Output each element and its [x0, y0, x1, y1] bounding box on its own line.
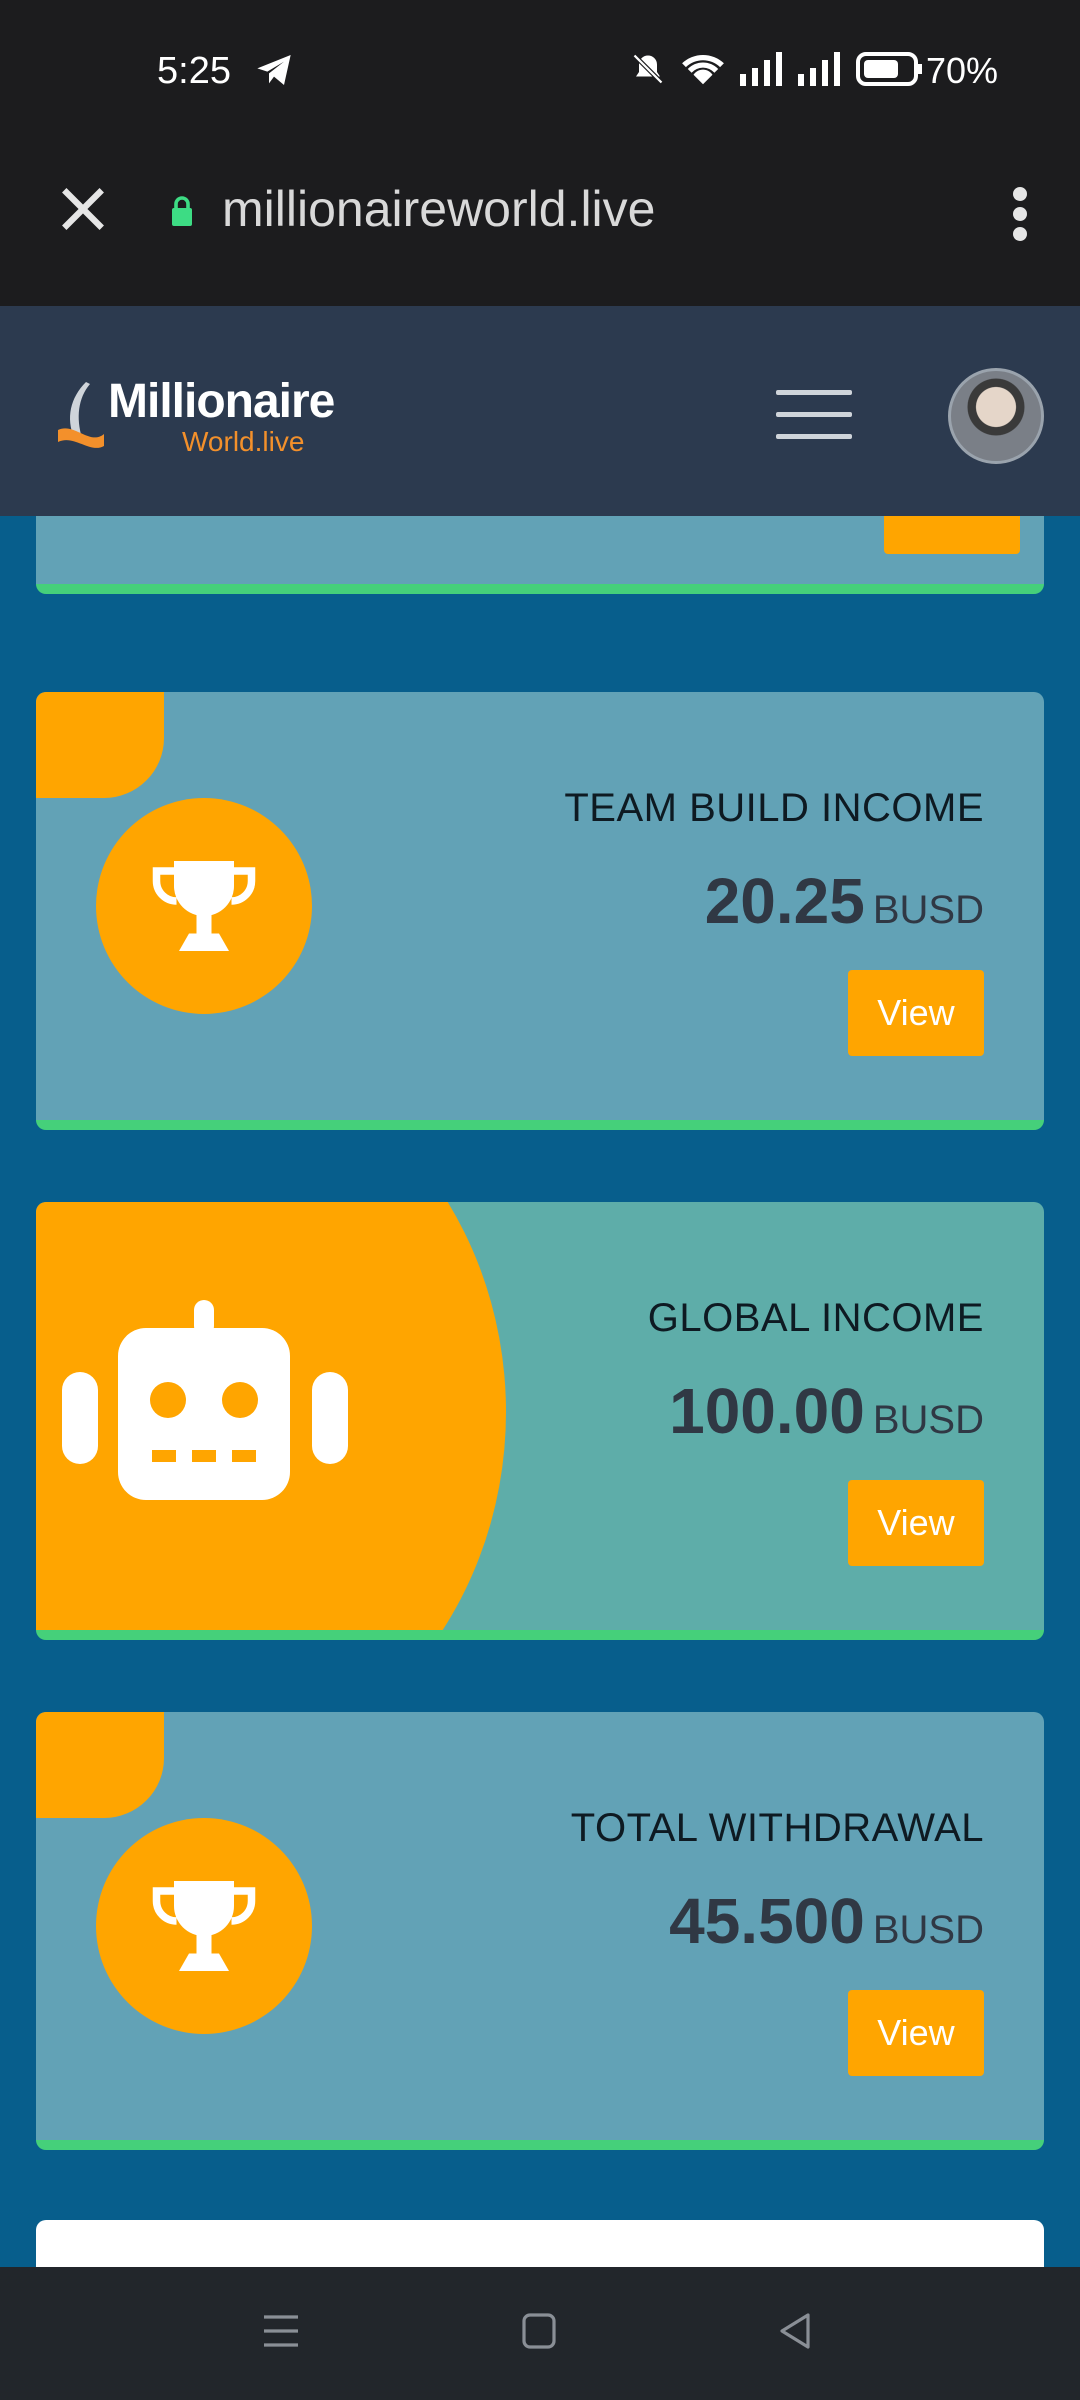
card-amount: 45.500 BUSD — [669, 1884, 984, 1958]
amount-value: 45.500 — [669, 1885, 865, 1957]
card-corner-decoration — [36, 692, 164, 798]
card-title: GLOBAL INCOME — [647, 1296, 984, 1340]
back-icon[interactable] — [776, 2311, 814, 2351]
next-card-partial — [36, 2220, 1044, 2267]
view-button[interactable]: View — [848, 1480, 984, 1566]
system-nav-bar — [0, 2267, 1080, 2400]
signal-icon-2 — [798, 52, 840, 86]
amount-value: 100.00 — [669, 1375, 865, 1447]
card-amount: 20.25 BUSD — [705, 864, 984, 938]
close-icon[interactable] — [58, 184, 108, 234]
icon-circle — [96, 798, 312, 1014]
status-time: 5:25 — [157, 50, 231, 92]
logo-mark-icon — [58, 382, 104, 448]
trophy-icon — [152, 861, 256, 951]
site-logo[interactable]: Millionaire World.live — [58, 375, 335, 457]
icon-circle — [96, 1818, 312, 2034]
logo-text: Millionaire — [108, 375, 335, 428]
more-options-icon[interactable] — [1010, 186, 1030, 242]
wifi-icon — [682, 54, 724, 85]
lock-icon — [172, 196, 192, 226]
income-card-total-withdrawal: TOTAL WITHDRAWAL 45.500 BUSD View — [36, 1712, 1044, 2150]
home-icon[interactable] — [520, 2311, 558, 2351]
robot-icon — [62, 1300, 348, 1500]
avatar[interactable] — [948, 368, 1044, 464]
amount-currency: BUSD — [872, 1908, 984, 1952]
card-title: TEAM BUILD INCOME — [564, 786, 984, 830]
menu-icon[interactable] — [776, 390, 852, 440]
amount-value: 20.25 — [704, 865, 865, 937]
status-icons — [630, 50, 924, 88]
card-amount: 100.00 BUSD — [669, 1374, 984, 1448]
income-card-global: GLOBAL INCOME 100.00 BUSD View — [36, 1202, 1044, 1640]
partial-card — [36, 516, 1044, 594]
battery-icon — [856, 52, 922, 86]
card-title: TOTAL WITHDRAWAL — [570, 1806, 984, 1850]
browser-toolbar: millionaireworld.live — [0, 140, 1080, 306]
signal-icon — [740, 52, 782, 86]
card-corner-decoration — [36, 1712, 164, 1818]
url-field[interactable]: millionaireworld.live — [222, 180, 655, 238]
trophy-icon — [152, 1881, 256, 1971]
view-button-partial[interactable] — [884, 516, 1020, 554]
status-bar: 5:25 70% — [0, 0, 1080, 140]
telegram-icon — [257, 55, 291, 85]
view-button[interactable]: View — [848, 1990, 984, 2076]
logo-subtext: World.live — [182, 426, 305, 457]
income-card-team-build: TEAM BUILD INCOME 20.25 BUSD View — [36, 692, 1044, 1130]
battery-level: 70% — [925, 50, 998, 91]
view-button[interactable]: View — [848, 970, 984, 1056]
site-header: Millionaire World.live — [0, 306, 1080, 516]
dashboard-content: TEAM BUILD INCOME 20.25 BUSD View GLOBAL … — [0, 516, 1080, 2267]
amount-currency: BUSD — [872, 888, 984, 932]
recent-apps-icon[interactable] — [262, 2311, 300, 2351]
amount-currency: BUSD — [872, 1398, 984, 1442]
mute-icon — [632, 53, 664, 85]
